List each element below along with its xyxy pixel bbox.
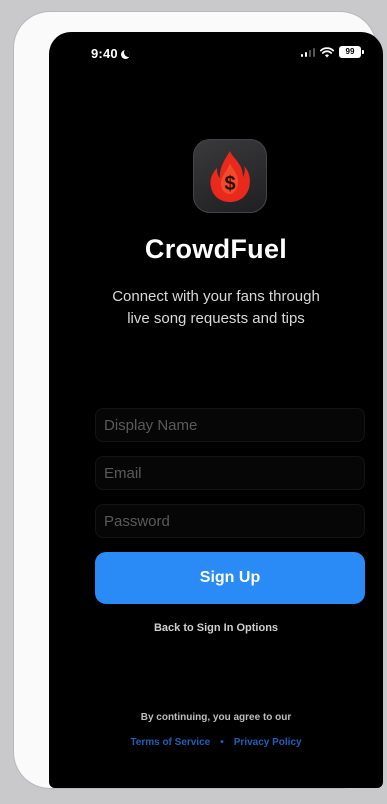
app-tagline: Connect with your fans through live song… [69, 286, 363, 330]
password-field[interactable] [95, 504, 365, 538]
device-frame: 9:40 99 $ CrowdFuel Connect with your fa… [14, 12, 383, 788]
wifi-icon [320, 46, 334, 57]
status-time: 9:40 [91, 46, 130, 61]
battery-icon: 99 [339, 46, 364, 58]
email-field[interactable] [95, 456, 365, 490]
display-name-input[interactable] [104, 416, 356, 434]
back-to-sign-in-link[interactable]: Back to Sign In Options [49, 622, 383, 634]
flame-dollar-icon: $ [210, 151, 250, 202]
svg-text:$: $ [224, 173, 235, 195]
tagline-line-1: Connect with your fans through [112, 288, 320, 305]
legal-separator: • [220, 737, 224, 748]
phone-screen: 9:40 99 $ CrowdFuel Connect with your fa… [49, 32, 383, 788]
cellular-signal-icon [300, 47, 315, 57]
display-name-field[interactable] [95, 408, 365, 442]
app-logo: $ [193, 139, 267, 213]
status-time-text: 9:40 [91, 46, 118, 61]
status-bar: 9:40 99 [49, 32, 383, 76]
focus-moon-icon [120, 50, 130, 59]
password-input[interactable] [104, 512, 356, 530]
tagline-line-2: live song requests and tips [127, 310, 305, 327]
legal-notice: By continuing, you agree to our [140, 712, 292, 723]
email-input[interactable] [104, 464, 356, 482]
terms-of-service-link[interactable]: Terms of Service [130, 737, 210, 748]
legal-links: Terms of Service • Privacy Policy [49, 737, 383, 748]
sign-up-button[interactable]: Sign Up [95, 552, 365, 604]
status-indicators: 99 [300, 46, 364, 58]
battery-level: 99 [345, 47, 355, 56]
app-title: CrowdFuel [144, 234, 288, 264]
privacy-policy-link[interactable]: Privacy Policy [234, 737, 302, 748]
